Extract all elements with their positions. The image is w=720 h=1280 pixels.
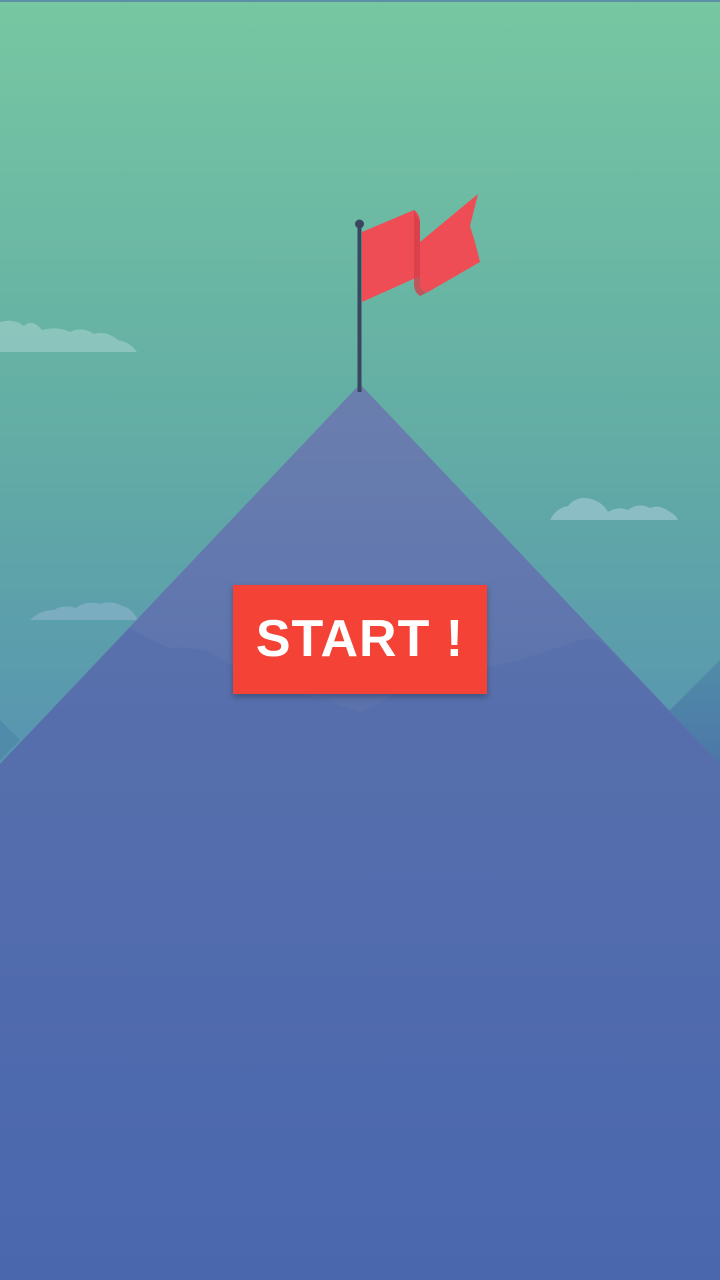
flag-pole-top bbox=[355, 219, 364, 229]
mountain-ridge bbox=[0, 628, 720, 1280]
top-edge bbox=[0, 0, 720, 2]
start-button[interactable]: START ! bbox=[233, 585, 487, 694]
flag-pole bbox=[357, 224, 362, 392]
start-screen: START ! bbox=[0, 0, 720, 1280]
